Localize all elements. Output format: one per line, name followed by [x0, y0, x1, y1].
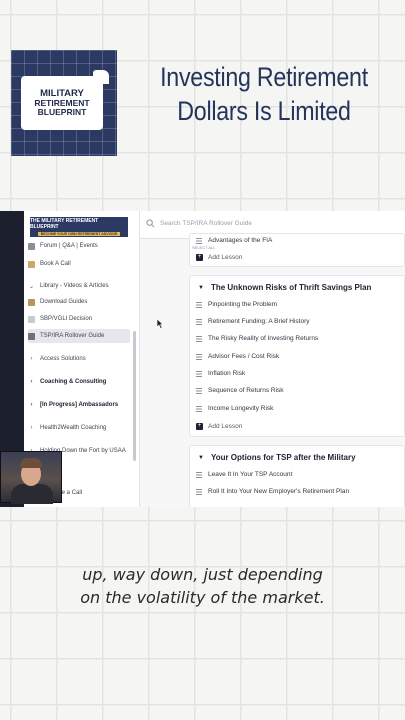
lesson-label: Retirement Funding: A Brief History [208, 318, 310, 325]
section-unknown-risks: ▼ The Unknown Risks of Thrift Savings Pl… [189, 275, 405, 437]
section-title: Your Options for TSP after the Military [210, 453, 356, 462]
search-input[interactable]: Search TSP/IRA Rollover Guide [146, 219, 252, 228]
sidebar-item-label: [In Progress] Ambassadors [40, 402, 119, 408]
sidebar-item-library[interactable]: ⌄ Library - Videos & Articles [28, 279, 130, 293]
add-lesson-label: Add Lesson [208, 254, 243, 261]
sidebar-item-ambassadors[interactable]: › [In Progress] Ambassadors [28, 398, 130, 412]
lesson-icon [196, 370, 202, 377]
lesson-item[interactable]: Retirement Funding: A Brief History [196, 318, 310, 325]
lesson-item[interactable]: Advantages of the FIA [196, 237, 272, 244]
lesson-icon [196, 488, 202, 495]
calendar-icon [28, 260, 35, 268]
document-icon [28, 315, 35, 323]
sidebar-logo-subtitle: BECOME YOUR OWN RETIREMENT ADVISOR [37, 232, 121, 236]
mouse-cursor-icon [157, 319, 164, 329]
lesson-label: Advantages of the FIA [208, 237, 273, 244]
headline-line-2: Dollars Is Limited [177, 96, 351, 126]
lesson-item[interactable]: Roll It Into Your New Employer's Retirem… [196, 488, 349, 495]
sidebar-logo-title: THE MILITARY RETIREMENT BLUEPRINT [30, 218, 99, 230]
presenter-shirt [11, 484, 53, 504]
brand-logo: MILITARY RETIREMENT BLUEPRINT [11, 50, 117, 156]
lesson-item[interactable]: Inflation Risk [196, 370, 245, 377]
chevron-down-icon: ⌄ [28, 283, 35, 290]
section-header[interactable]: ▼ Your Options for TSP after the Militar… [198, 453, 356, 462]
logo-line-3: BLUEPRINT [37, 107, 87, 118]
sidebar-item-health2wealth[interactable]: › Health2Wealth Coaching [28, 421, 130, 435]
sidebar-item-label: SBP/VGLI Decision [40, 316, 93, 322]
sidebar-item-download-guides[interactable]: Download Guides [28, 295, 130, 309]
lesson-icon [196, 353, 202, 360]
search-placeholder: Search TSP/IRA Rollover Guide [160, 220, 253, 227]
headline-line-1: Investing Retirement [160, 62, 368, 92]
chevron-down-icon: ▼ [198, 454, 204, 461]
sidebar-logo[interactable]: THE MILITARY RETIREMENT BLUEPRINT BECOME… [30, 217, 128, 237]
sidebar-item-book-call[interactable]: Book A Call [28, 257, 130, 271]
lesson-label: Income Longevity Risk [208, 405, 274, 412]
chevron-down-icon: ▼ [198, 284, 204, 291]
lesson-icon [196, 335, 202, 342]
chevron-right-icon: › [30, 379, 33, 385]
lesson-label: Advisor Fees / Cost Risk [208, 353, 280, 360]
add-lesson-label: Add Lesson [208, 423, 243, 430]
subtitle-caption: up, way down, just depending on the vola… [0, 563, 405, 609]
section-header[interactable]: ▼ The Unknown Risks of Thrift Savings Pl… [198, 283, 371, 292]
search-icon [146, 219, 155, 228]
sidebar-item-label: Book A Call [40, 261, 71, 267]
sidebar-item-access-solutions[interactable]: › Access Solutions [28, 352, 130, 366]
guide-icon [28, 332, 35, 340]
lesson-icon [196, 237, 202, 244]
caption-line-1: up, way down, just depending [82, 565, 323, 584]
lesson-item[interactable]: The Risky Reality of Investing Returns [196, 335, 318, 342]
lesson-label: Leave It In Your TSP Account [208, 471, 293, 478]
lesson-icon [196, 405, 202, 412]
sidebar-item-sbp-vgli[interactable]: SBP/VGLI Decision [28, 312, 130, 326]
lesson-icon [196, 387, 202, 394]
sidebar-item-label: Access Solutions [40, 356, 86, 362]
sidebar-item-label: Coaching & Consulting [40, 379, 107, 385]
logo-card: MILITARY RETIREMENT BLUEPRINT [21, 76, 103, 130]
add-lesson-button[interactable]: + Add Lesson [196, 423, 242, 430]
sidebar-item-label: Download Guides [40, 299, 88, 305]
lesson-item[interactable]: Leave It In Your TSP Account [196, 471, 292, 478]
presenter-hair [20, 458, 42, 468]
section-title: The Unknown Risks of Thrift Savings Plan [210, 283, 372, 292]
forum-icon [28, 242, 35, 250]
sidebar-item-label: Library - Videos & Articles [40, 283, 109, 289]
lesson-icon [196, 301, 202, 308]
previous-section-card: Advantages of the FIA SELECT ALL + Add L… [189, 233, 405, 267]
chevron-right-icon: › [30, 425, 33, 431]
select-all-link[interactable]: SELECT ALL [192, 245, 216, 250]
lesson-label: Sequence of Returns Risk [208, 387, 284, 394]
presenter-webcam [0, 451, 62, 504]
caption-line-2: on the volatility of the market. [80, 588, 325, 607]
sidebar-scrollbar[interactable] [133, 331, 136, 461]
lesson-icon [196, 318, 202, 325]
lesson-label: Inflation Risk [208, 370, 246, 377]
sidebar-item-label: Health2Wealth Coaching [40, 425, 107, 431]
course-screen: THE MILITARY RETIREMENT BLUEPRINT BECOME… [0, 211, 405, 507]
chevron-right-icon: › [30, 402, 33, 408]
lesson-icon [196, 471, 202, 478]
add-lesson-button[interactable]: + Add Lesson [196, 254, 242, 261]
sidebar-item-tsp-ira-guide[interactable]: TSP/IRA Rollover Guide [28, 329, 130, 343]
lesson-item[interactable]: Income Longevity Risk [196, 405, 273, 412]
lesson-label: Pinpointing the Problem [208, 301, 278, 308]
lesson-item[interactable]: Sequence of Returns Risk [196, 387, 284, 394]
sidebar-item-label: Forum | Q&A | Events [40, 243, 98, 249]
plus-icon: + [196, 423, 203, 430]
section-tsp-options: ▼ Your Options for TSP after the Militar… [189, 445, 405, 507]
sidebar-item-forum[interactable]: Forum | Q&A | Events [28, 239, 130, 253]
lesson-item[interactable]: Advisor Fees / Cost Risk [196, 353, 279, 360]
folder-icon [28, 298, 35, 306]
lesson-label: Roll It Into Your New Employer's Retirem… [208, 488, 350, 495]
headline: Investing Retirement Dollars Is Limited [140, 60, 388, 128]
sidebar-item-coaching[interactable]: › Coaching & Consulting [28, 375, 130, 389]
plus-icon: + [196, 254, 203, 261]
lesson-item[interactable]: Pinpointing the Problem [196, 301, 277, 308]
chevron-right-icon: › [30, 356, 33, 362]
sidebar-item-label: TSP/IRA Rollover Guide [40, 333, 105, 339]
lesson-label: The Risky Reality of Investing Returns [208, 335, 319, 342]
